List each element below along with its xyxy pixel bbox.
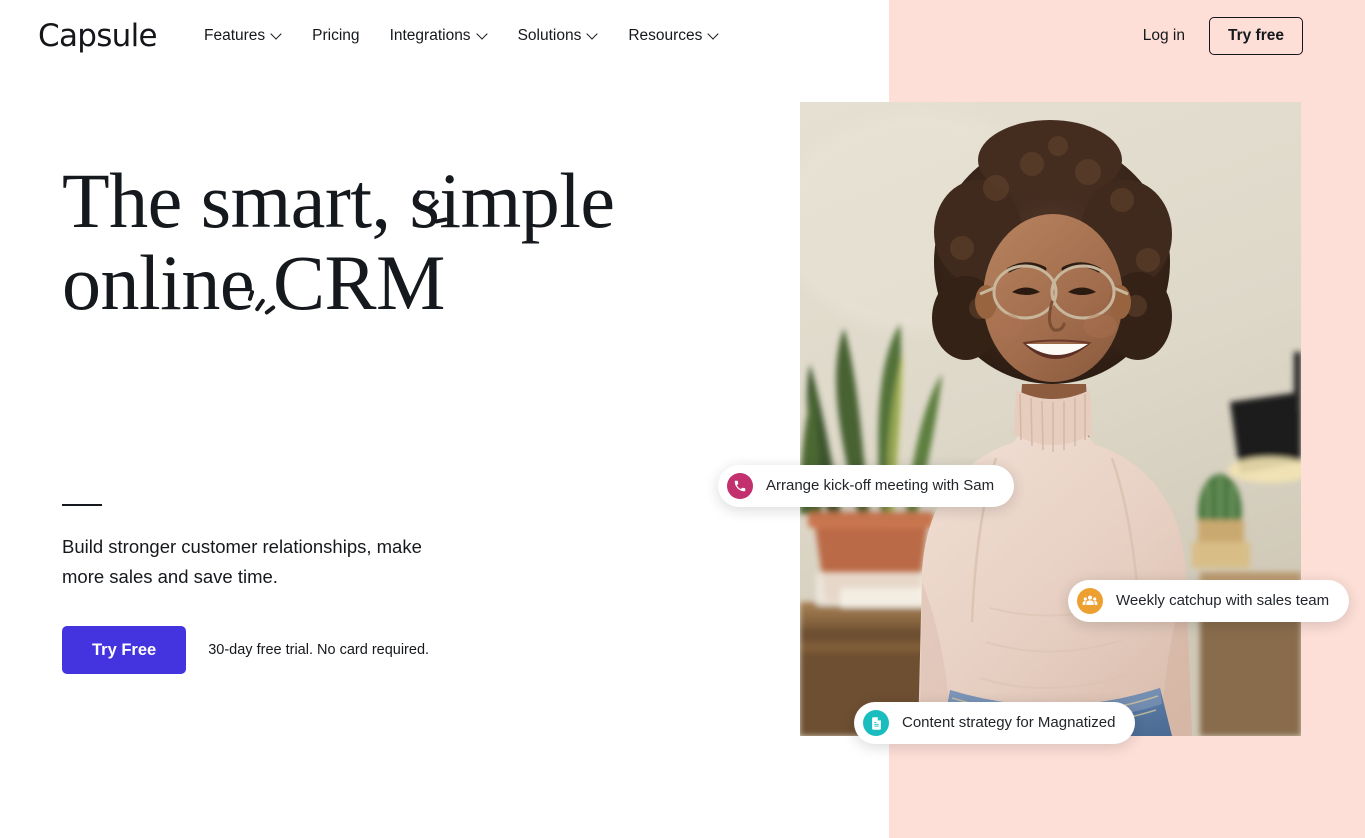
- chevron-down-icon: [272, 30, 282, 40]
- nav-item-solutions[interactable]: Solutions: [518, 22, 599, 50]
- nav-item-features[interactable]: Features: [204, 22, 282, 50]
- brand-logo[interactable]: Capsule: [38, 18, 158, 54]
- hero-content: The smart, simple online CRM Build strong…: [62, 160, 722, 674]
- hero-cta-row: Try Free 30-day free trial. No card requ…: [62, 626, 722, 674]
- nav-item-integrations[interactable]: Integrations: [390, 22, 488, 50]
- nav-item-label: Solutions: [517, 27, 582, 44]
- divider-rule: [62, 504, 102, 506]
- hero-subheading: Build stronger customer relationships, m…: [62, 536, 422, 587]
- chevron-down-icon: [588, 30, 598, 40]
- phone-icon: [727, 473, 753, 499]
- chevron-down-icon: [709, 30, 719, 40]
- headline-line-1: The smart, simple: [62, 157, 615, 244]
- page-title: The smart, simple online CRM: [62, 160, 722, 324]
- nav-item-label: Pricing: [312, 27, 360, 44]
- task-pill-document[interactable]: Content strategy for Magnatized: [854, 702, 1136, 744]
- people-group-icon: [1077, 588, 1103, 614]
- task-pill-meeting[interactable]: Weekly catchup with sales team: [1068, 580, 1350, 622]
- nav-item-label: Integrations: [389, 27, 471, 44]
- task-pill-label: Content strategy for Magnatized: [902, 714, 1116, 731]
- landing-page: Capsule Features Pricing Integrations So…: [0, 0, 1365, 838]
- top-navigation-bar: Capsule Features Pricing Integrations So…: [0, 0, 1365, 72]
- headline-line-2-wrap: online CRM: [62, 189, 448, 326]
- task-pill-call[interactable]: Arrange kick-off meeting with Sam: [718, 465, 1015, 507]
- document-icon: [863, 710, 889, 736]
- nav-item-resources[interactable]: Resources: [628, 22, 719, 50]
- nav-item-label: Resources: [628, 27, 703, 44]
- chevron-down-icon: [478, 30, 488, 40]
- headline-line-2: online CRM: [62, 239, 445, 326]
- task-pill-label: Weekly catchup with sales team: [1116, 592, 1330, 609]
- trial-note: 30-day free trial. No card required.: [208, 642, 430, 658]
- hero-photo: [800, 102, 1301, 736]
- nav-try-free-button[interactable]: Try free: [1208, 17, 1303, 55]
- try-free-button[interactable]: Try Free: [62, 626, 187, 674]
- login-link[interactable]: Log in: [1143, 17, 1185, 55]
- task-pill-label: Arrange kick-off meeting with Sam: [766, 477, 995, 494]
- nav-item-pricing[interactable]: Pricing: [312, 22, 359, 50]
- primary-nav-links: Features Pricing Integrations Solutions …: [204, 22, 719, 50]
- hero-photo-illustration: [800, 102, 1301, 736]
- nav-item-label: Features: [204, 27, 266, 44]
- nav-actions: Log in Try free: [1143, 17, 1303, 55]
